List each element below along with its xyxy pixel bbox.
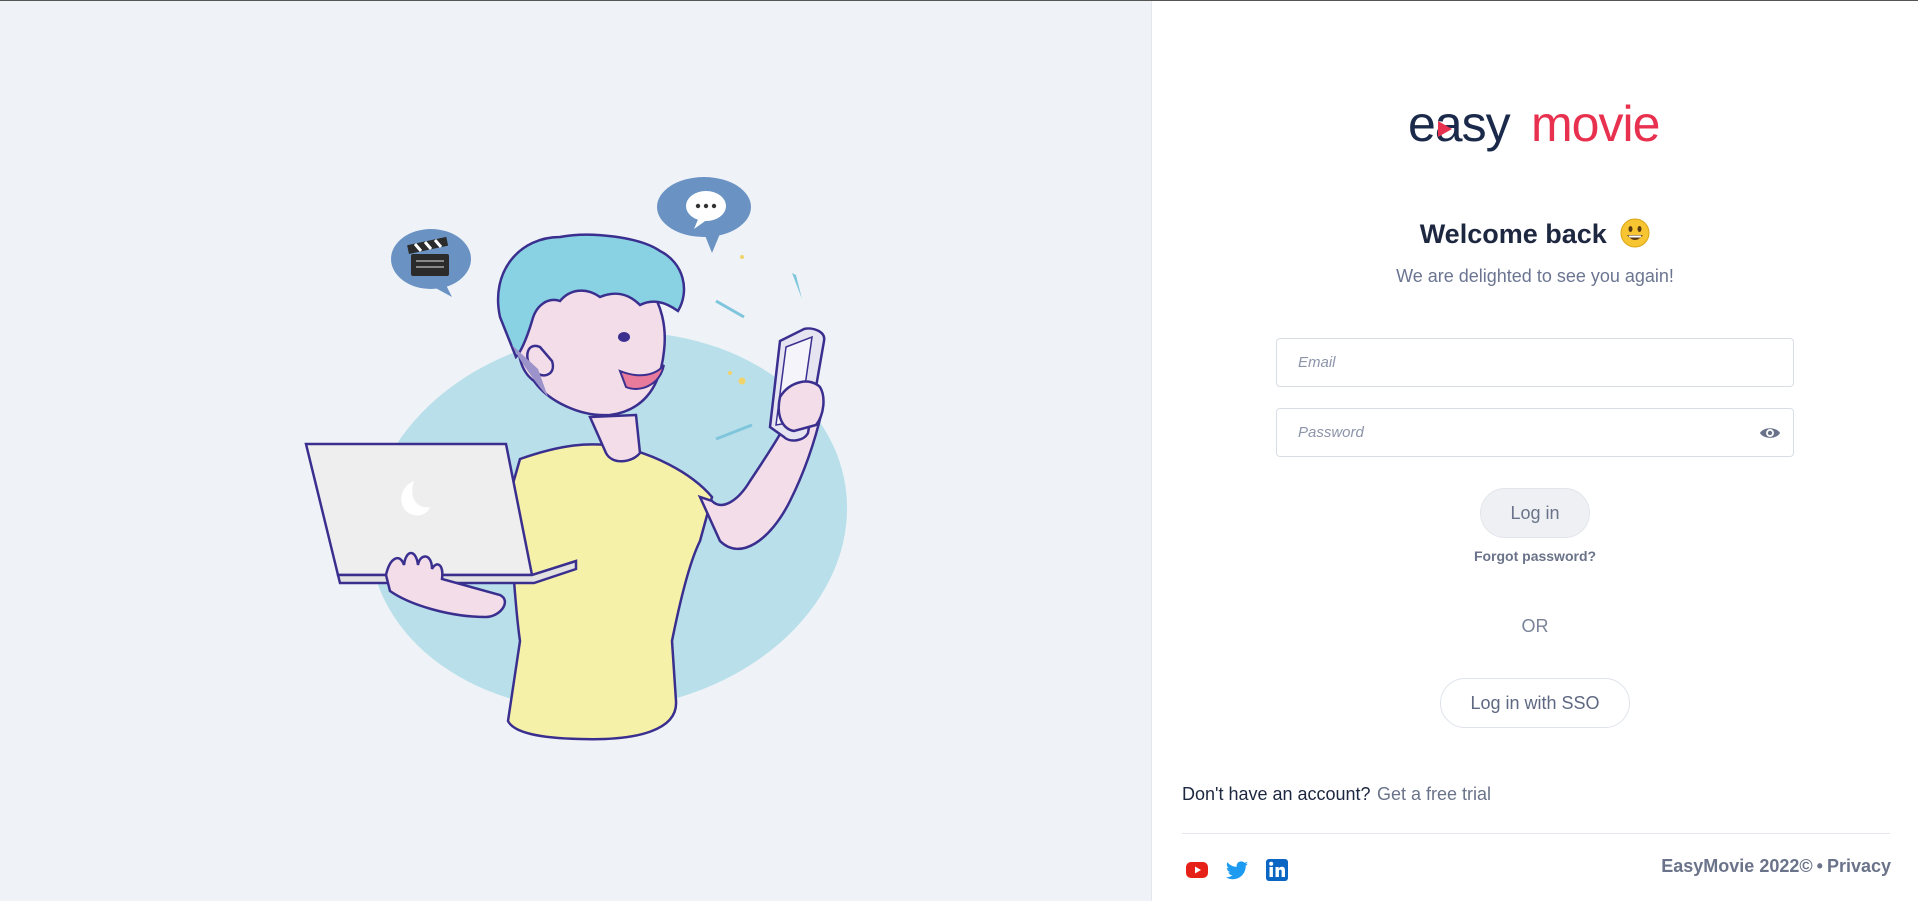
easymovie-logo[interactable]: easy movie <box>1408 95 1670 153</box>
welcome-heading: Welcome back <box>1152 218 1918 250</box>
linkedin-icon[interactable] <box>1265 858 1289 882</box>
twitter-icon[interactable] <box>1225 858 1249 882</box>
privacy-link[interactable]: Privacy <box>1827 856 1891 876</box>
sso-login-button[interactable]: Log in with SSO <box>1440 678 1630 728</box>
password-input[interactable] <box>1277 409 1738 456</box>
chat-bubble <box>657 177 751 253</box>
grinning-face-icon <box>1620 218 1650 248</box>
eye-icon[interactable] <box>1759 423 1781 443</box>
footer-separator: • <box>1816 856 1823 876</box>
logo-text-movie: movie <box>1531 96 1660 152</box>
clapperboard-bubble <box>391 229 471 297</box>
email-input[interactable] <box>1277 339 1738 386</box>
youtube-icon[interactable] <box>1185 858 1209 882</box>
hero-illustration <box>304 177 848 741</box>
footer-copyright: EasyMovie 2022© • Privacy <box>1661 856 1891 877</box>
footer-divider <box>1182 833 1890 834</box>
login-button[interactable]: Log in <box>1480 488 1590 538</box>
free-trial-link[interactable]: Get a free trial <box>1377 784 1491 805</box>
password-field-container <box>1276 408 1794 457</box>
logo-text-easy: easy <box>1408 96 1511 152</box>
play-icon <box>1438 121 1452 137</box>
signup-prompt: Don't have an account? <box>1182 784 1371 804</box>
or-divider-text: OR <box>1521 616 1549 636</box>
illustration-panel <box>0 1 1151 901</box>
welcome-title: Welcome back <box>1419 219 1607 249</box>
welcome-subtitle: We are delighted to see you again! <box>1396 266 1674 286</box>
copyright-text: EasyMovie 2022© <box>1661 856 1813 876</box>
forgot-password-link[interactable]: Forgot password? <box>1152 548 1918 564</box>
login-panel: easy movie Welcome back We are delighted… <box>1152 1 1918 901</box>
email-field-container <box>1276 338 1794 387</box>
